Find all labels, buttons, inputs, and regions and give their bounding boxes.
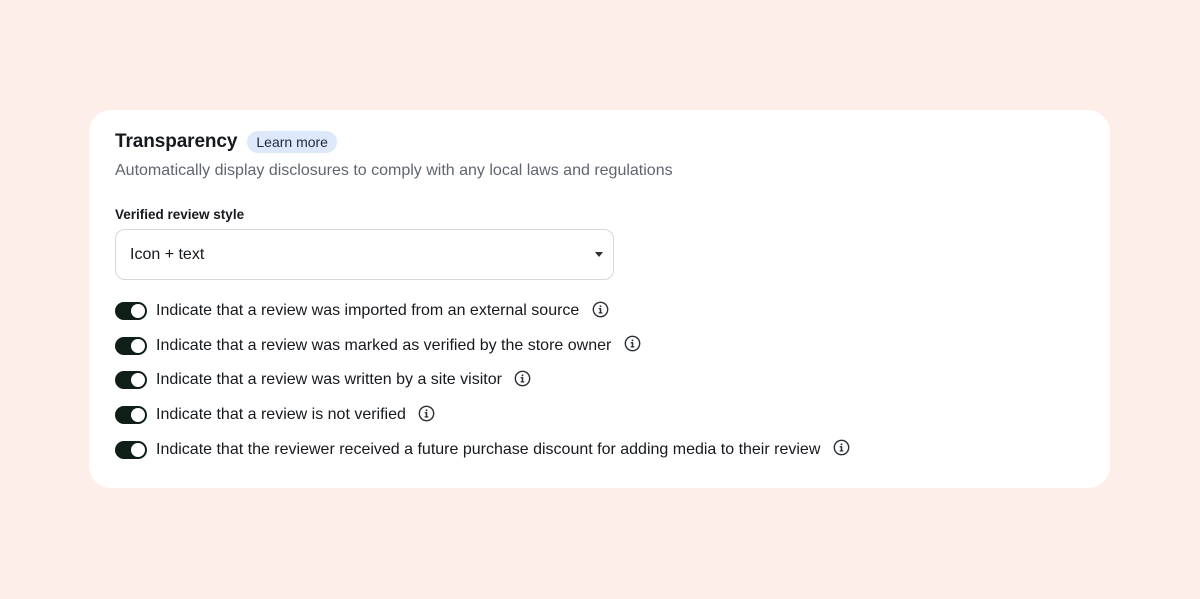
toggle-knob: [131, 373, 145, 388]
info-icon[interactable]: [591, 300, 609, 318]
toggle-not-verified-switch[interactable]: [115, 406, 147, 425]
toggle-not-verified-label: Indicate that a review is not verified: [156, 406, 406, 424]
info-icon[interactable]: [623, 335, 641, 353]
toggle-media-discount-label: Indicate that the reviewer received a fu…: [156, 440, 821, 458]
toggle-knob: [131, 304, 145, 318]
toggle-knob: [131, 338, 145, 353]
toggle-row-media-discount: Indicate that the reviewer received a fu…: [115, 439, 1084, 460]
section-title: Transparency: [115, 131, 238, 152]
toggle-row-imported: Indicate that a review was imported from…: [115, 301, 1084, 321]
toggle-store-verified-switch[interactable]: [115, 336, 147, 355]
toggle-imported-switch[interactable]: [115, 302, 147, 320]
chevron-down-icon: [595, 252, 603, 257]
verified-style-value: Icon + text: [130, 245, 205, 263]
toggle-imported-label: Indicate that a review was imported from…: [156, 302, 580, 319]
section-header: Transparency Learn more: [115, 130, 1084, 154]
disclosure-toggles: Indicate that a review was imported from…: [115, 301, 1084, 460]
toggle-media-discount-switch[interactable]: [115, 440, 147, 459]
info-icon[interactable]: [418, 404, 436, 422]
toggle-site-visitor-label: Indicate that a review was written by a …: [156, 371, 502, 389]
section-subtitle: Automatically display disclosures to com…: [115, 162, 673, 179]
toggle-row-not-verified: Indicate that a review is not verified: [115, 405, 1084, 425]
verified-style-label: Verified review style: [115, 207, 245, 222]
toggle-store-verified-label: Indicate that a review was marked as ver…: [156, 336, 612, 354]
toggle-site-visitor-switch[interactable]: [115, 371, 147, 390]
transparency-card: Transparency Learn more Automatically di…: [89, 110, 1110, 488]
toggle-row-store-verified: Indicate that a review was marked as ver…: [115, 335, 1084, 356]
verified-style-select[interactable]: Icon + text: [115, 229, 614, 280]
toggle-row-site-visitor: Indicate that a review was written by a …: [115, 370, 1084, 390]
info-icon[interactable]: [832, 439, 850, 457]
toggle-knob: [131, 442, 145, 457]
toggle-knob: [131, 408, 145, 423]
info-icon[interactable]: [514, 369, 532, 387]
learn-more-link[interactable]: Learn more: [247, 131, 337, 153]
